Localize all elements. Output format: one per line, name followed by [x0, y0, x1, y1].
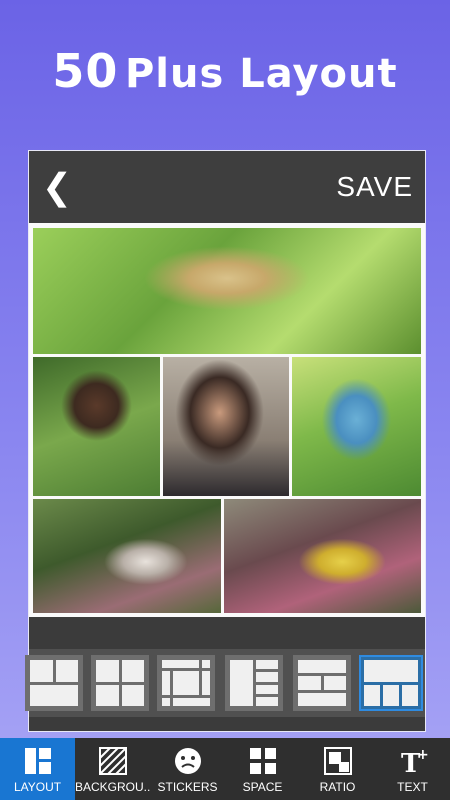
layout-cell [162, 660, 199, 668]
layout-cell [162, 671, 171, 695]
layout-cell [255, 684, 278, 694]
layout-cell [173, 698, 210, 706]
layout-cell [298, 660, 346, 674]
nav-ratio[interactable]: RATIO [300, 738, 375, 800]
layout-option-3[interactable] [157, 655, 215, 711]
nav-label: STICKERS [157, 780, 218, 794]
nav-layout[interactable]: LAYOUT [0, 738, 75, 800]
layout-cell [255, 696, 278, 706]
headline-number: 50 [52, 44, 119, 98]
layout-option-1[interactable] [25, 655, 83, 711]
layout-cell [402, 684, 418, 706]
layout-cell [173, 671, 199, 695]
layout-option-2[interactable] [91, 655, 149, 711]
layout-cell [30, 660, 53, 682]
layout-cell [30, 684, 78, 706]
editor-toolbar: ❮ SAVE [29, 151, 425, 223]
collage-canvas [29, 223, 425, 617]
layout-cell [162, 698, 171, 706]
layout-cell [364, 660, 418, 682]
layout-cell [96, 660, 119, 682]
nav-stickers[interactable]: STICKERS [150, 738, 225, 800]
layout-cell [364, 684, 380, 706]
nav-text[interactable]: T + TEXT [375, 738, 450, 800]
save-button[interactable]: SAVE [336, 171, 413, 203]
nav-label: TEXT [397, 780, 428, 794]
nav-label: LAYOUT [13, 780, 62, 794]
layout-icon [24, 748, 51, 774]
background-icon [98, 747, 127, 775]
collage-photo-5[interactable] [33, 499, 221, 613]
nav-label: RATIO [319, 780, 356, 794]
svg-text:+: + [417, 747, 428, 763]
ratio-icon [323, 747, 352, 775]
back-button[interactable]: ❮ [39, 167, 75, 207]
layout-option-5[interactable] [293, 655, 351, 711]
layout-cell [230, 660, 253, 706]
layout-cell [201, 671, 210, 695]
nav-background[interactable]: BACKGROU... [75, 738, 150, 800]
collage-photo-6[interactable] [224, 499, 421, 613]
nav-label: BACKGROU... [75, 780, 150, 794]
layout-cell [55, 660, 78, 682]
collage-photo-1[interactable] [33, 228, 421, 354]
collage-photo-4[interactable] [292, 357, 421, 496]
layout-cell [96, 684, 119, 706]
space-grid-icon [249, 748, 276, 774]
text-add-icon: T + [401, 747, 428, 776]
layout-picker [25, 649, 425, 717]
layout-cell [255, 660, 278, 670]
collage-photo-3[interactable] [163, 357, 289, 496]
collage-photo-2[interactable] [33, 357, 160, 496]
sticker-face-icon [174, 748, 201, 774]
layout-cell [383, 684, 399, 706]
layout-option-6-selected[interactable] [359, 655, 423, 711]
app-preview-frame: ❮ SAVE [25, 150, 426, 732]
layout-cell [201, 660, 210, 668]
bottom-navigation: LAYOUT BACKGROU... STICKERS SPACE RATIO … [0, 738, 450, 800]
layout-cell [121, 660, 144, 682]
layout-cell [298, 692, 346, 706]
nav-space[interactable]: SPACE [225, 738, 300, 800]
layout-cell [323, 676, 346, 690]
layout-cell [298, 676, 321, 690]
headline-text: Plus Layout [124, 51, 398, 97]
layout-cell [121, 684, 144, 706]
layout-cell [255, 672, 278, 682]
layout-option-4[interactable] [225, 655, 283, 711]
nav-label: SPACE [242, 780, 283, 794]
promo-headline: 50 Plus Layout [0, 44, 450, 98]
